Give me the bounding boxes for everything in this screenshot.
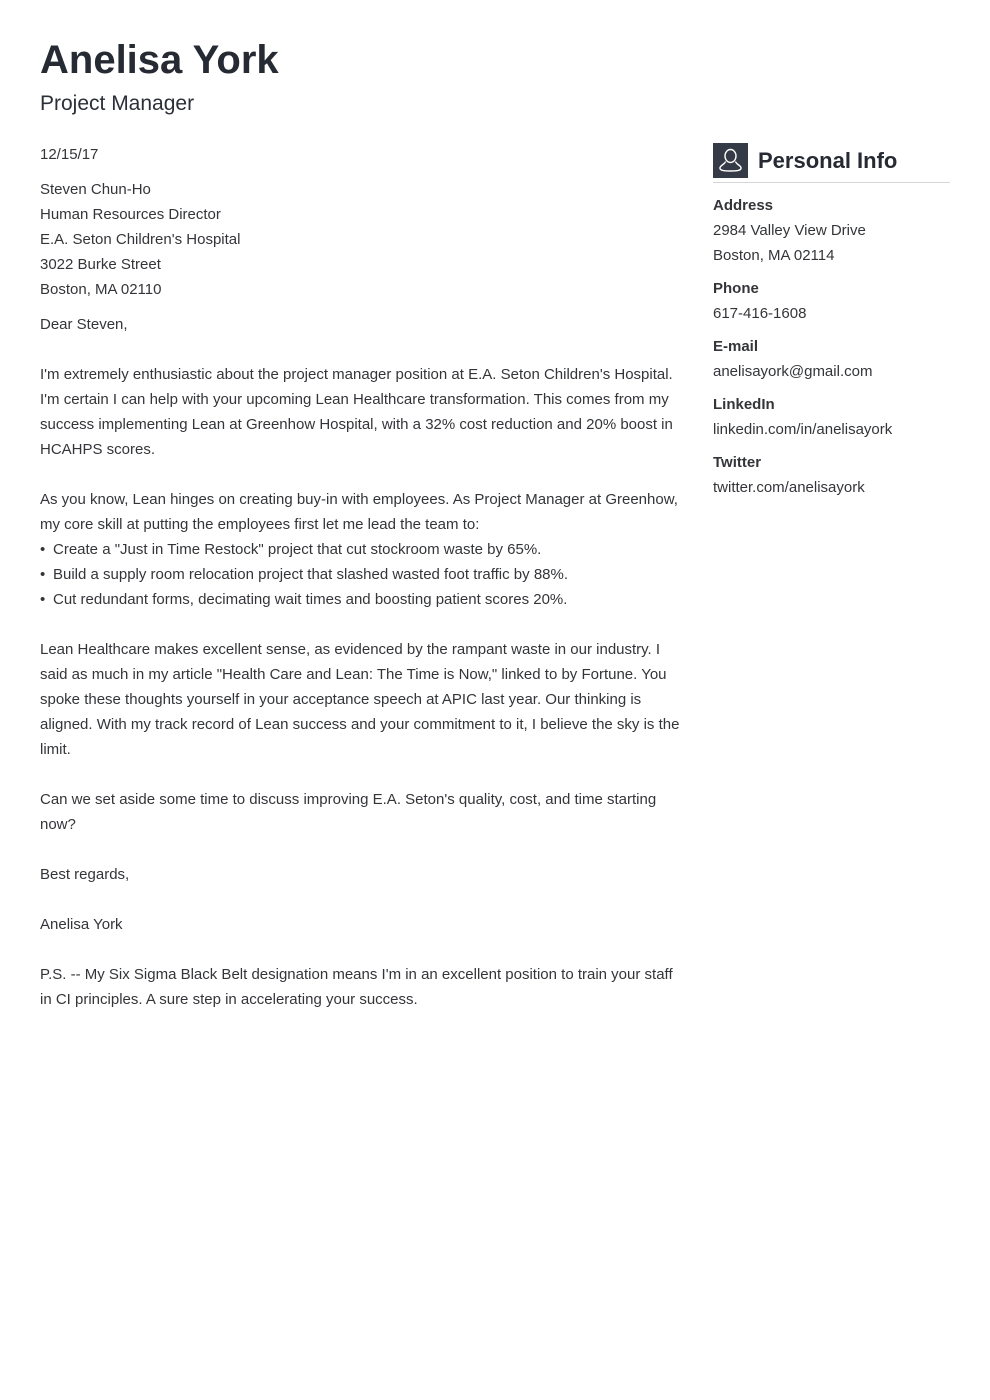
paragraph-alignment: Lean Healthcare makes excellent sense, a…: [40, 641, 680, 758]
paragraph-achievements: As you know, Lean hinges on creating buy…: [40, 491, 678, 533]
linkedin-label: LinkedIn: [713, 396, 775, 413]
paragraph-intro: I'm extremely enthusiastic about the pro…: [40, 366, 673, 458]
recipient-block: Steven Chun-Ho Human Resources Director …: [40, 177, 680, 302]
phone-label: Phone: [713, 280, 759, 297]
recipient-title: Human Resources Director: [40, 206, 221, 223]
address-block: Address 2984 Valley View Drive Boston, M…: [713, 193, 950, 268]
closing: Best regards,: [40, 866, 130, 883]
personal-info-header: Personal Info: [713, 143, 950, 183]
twitter-label: Twitter: [713, 454, 762, 471]
twitter-block: Twitter twitter.com/anelisayork: [713, 450, 950, 500]
twitter-value[interactable]: twitter.com/anelisayork: [713, 475, 950, 500]
achievement-list: Create a "Just in Time Restock" project …: [40, 537, 680, 612]
list-item: Build a supply room relocation project t…: [40, 562, 680, 587]
job-title: Project Manager: [40, 92, 195, 115]
linkedin-value[interactable]: linkedin.com/in/anelisayork: [713, 417, 950, 442]
address-line-2: Boston, MA 02114: [713, 247, 835, 264]
email-block: E-mail anelisayork@gmail.com: [713, 334, 950, 384]
phone-value: 617-416-1608: [713, 305, 807, 322]
email-label: E-mail: [713, 338, 759, 355]
list-item: Cut redundant forms, decimating wait tim…: [40, 587, 680, 612]
letter-date: 12/15/17: [40, 146, 99, 163]
greeting: Dear Steven,: [40, 316, 128, 333]
list-item: Create a "Just in Time Restock" project …: [40, 537, 680, 562]
recipient-city: Boston, MA 02110: [40, 281, 162, 298]
recipient-company: E.A. Seton Children's Hospital: [40, 231, 241, 248]
letter-body: 12/15/17 Steven Chun-Ho Human Resources …: [40, 142, 680, 1012]
signature: Anelisa York: [40, 916, 123, 933]
address-label: Address: [713, 197, 774, 214]
phone-block: Phone 617-416-1608: [713, 276, 950, 326]
user-icon: [713, 143, 748, 178]
recipient-street: 3022 Burke Street: [40, 256, 161, 273]
personal-info-title: Personal Info: [758, 147, 898, 173]
address-line-1: 2984 Valley View Drive: [713, 222, 866, 239]
linkedin-block: LinkedIn linkedin.com/in/anelisayork: [713, 392, 950, 442]
paragraph-call-to-action: Can we set aside some time to discuss im…: [40, 791, 657, 833]
contact-details: Address 2984 Valley View Drive Boston, M…: [713, 193, 950, 500]
personal-info-sidebar: Personal Info Address 2984 Valley View D…: [713, 143, 950, 508]
applicant-name: Anelisa York: [40, 38, 279, 82]
postscript: P.S. -- My Six Sigma Black Belt designat…: [40, 966, 673, 1008]
recipient-name: Steven Chun-Ho: [40, 181, 151, 198]
email-value[interactable]: anelisayork@gmail.com: [713, 359, 950, 384]
